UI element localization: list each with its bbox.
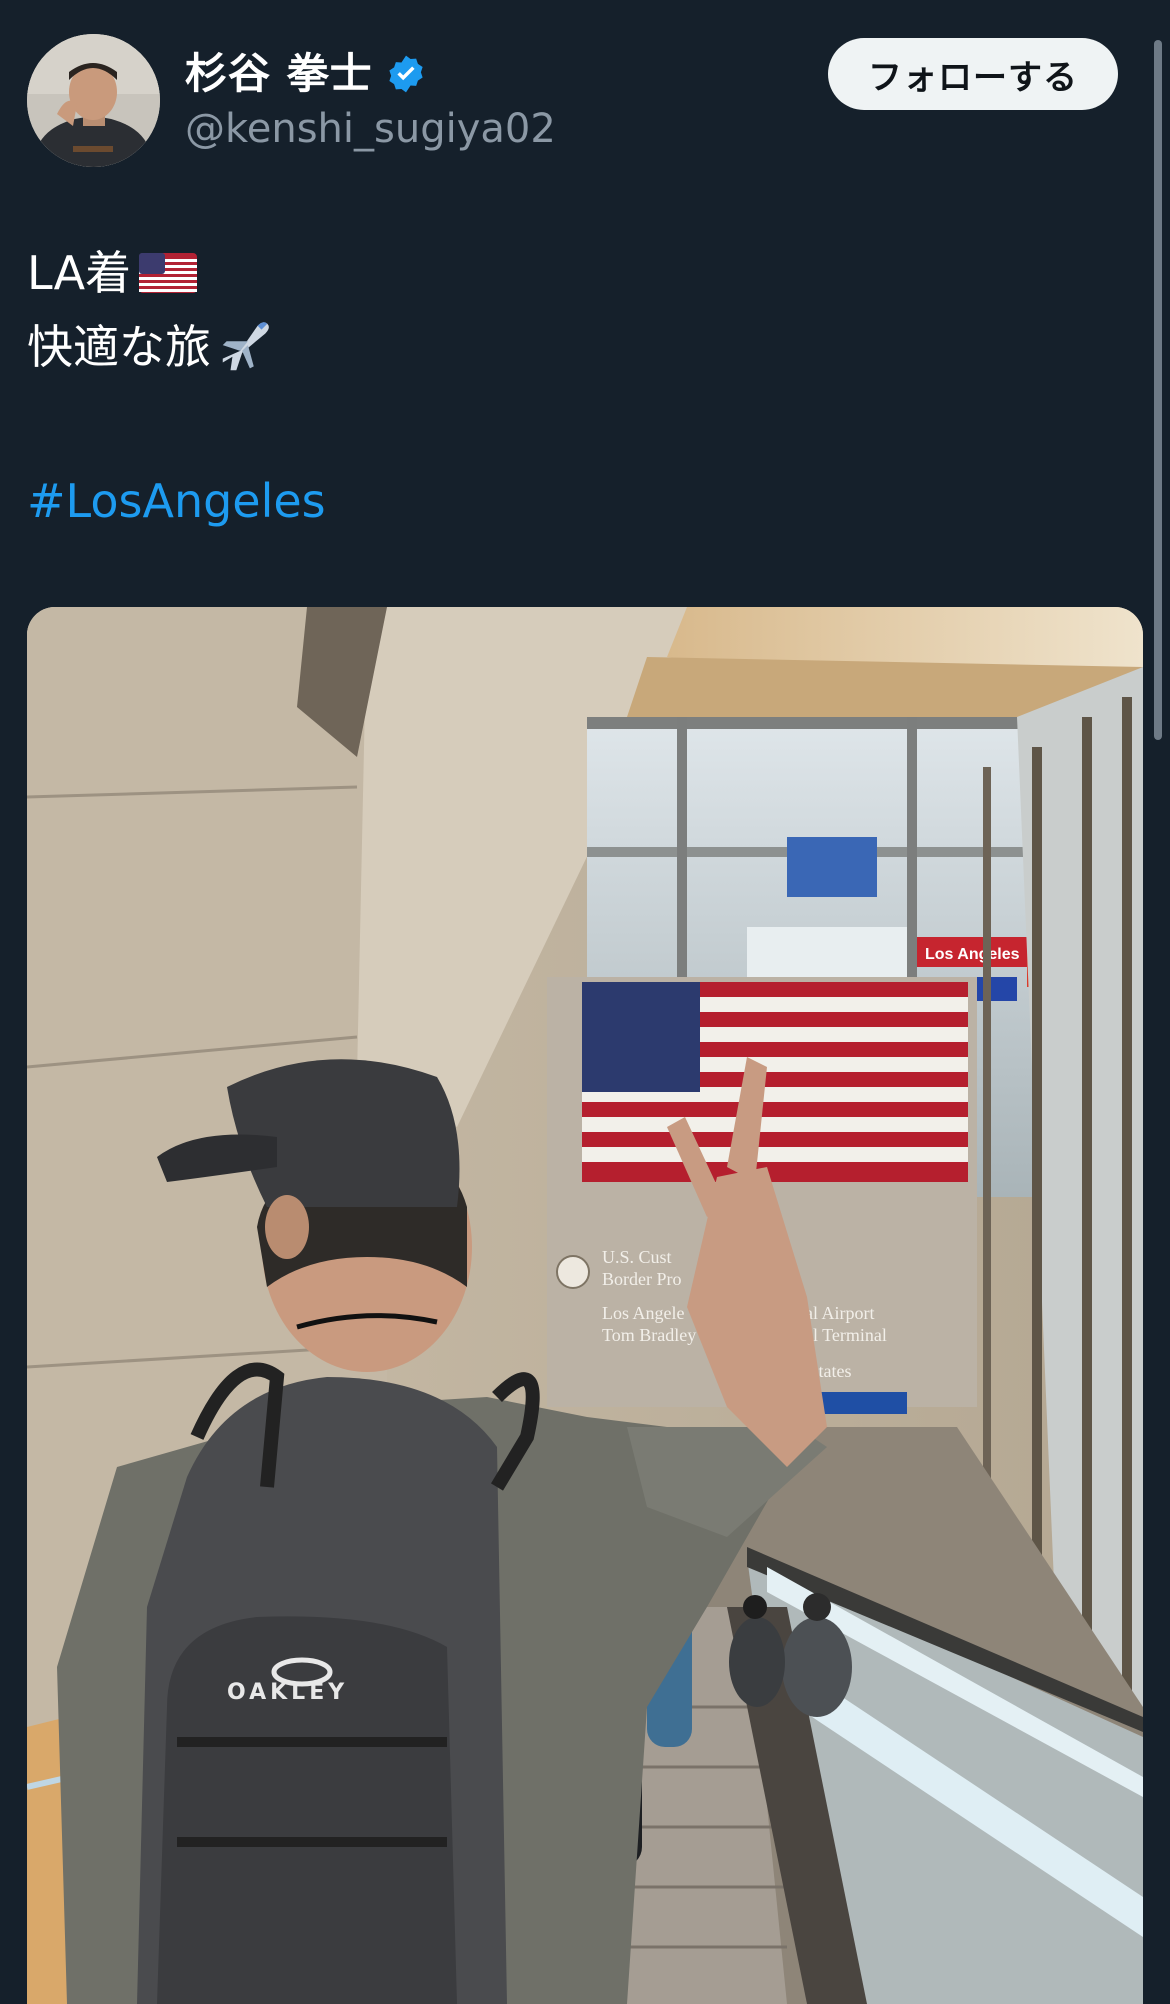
sign-line-3: Los Angele bbox=[602, 1303, 685, 1323]
avatar-photo bbox=[27, 34, 160, 167]
sign-line-1: U.S. Cust bbox=[602, 1247, 672, 1267]
author-name-text: 杉谷 拳士 bbox=[185, 49, 373, 98]
tweet-line-2: 快適な旅 bbox=[27, 310, 277, 384]
airport-escalator-photo: Los Angeles U.S. Cust Border Pro Los Ang… bbox=[27, 607, 1143, 2004]
tweet-line-1-text: LA着 bbox=[27, 246, 132, 300]
hashtag-link[interactable]: #LosAngeles bbox=[27, 468, 326, 534]
sign-line-4: Tom Bradley bbox=[602, 1325, 696, 1345]
author-avatar[interactable] bbox=[27, 34, 160, 167]
verified-badge-icon bbox=[389, 55, 423, 93]
tweet-photo[interactable]: Los Angeles U.S. Cust Border Pro Los Ang… bbox=[27, 607, 1143, 2004]
us-flag-emoji-icon bbox=[139, 253, 198, 293]
airplane-emoji-icon bbox=[222, 322, 269, 371]
backpack-brand: OAKLEY bbox=[227, 1680, 348, 1705]
tweet-line-2-text: 快適な旅 bbox=[27, 320, 211, 374]
tweet-line-1: LA着 bbox=[27, 236, 277, 310]
store-sign: Los Angeles bbox=[925, 946, 1020, 963]
backpack: OAKLEY bbox=[137, 1362, 540, 2004]
tweet-text: LA着 快適な旅 bbox=[27, 236, 277, 384]
author-handle[interactable]: @kenshi_sugiya02 bbox=[185, 102, 556, 156]
sign-line-2: Border Pro bbox=[602, 1269, 682, 1289]
scrollbar[interactable] bbox=[1154, 40, 1162, 740]
american-flag bbox=[582, 982, 968, 1182]
author-display-name[interactable]: 杉谷 拳士 bbox=[185, 44, 427, 104]
follow-button[interactable]: フォローする bbox=[828, 38, 1118, 110]
